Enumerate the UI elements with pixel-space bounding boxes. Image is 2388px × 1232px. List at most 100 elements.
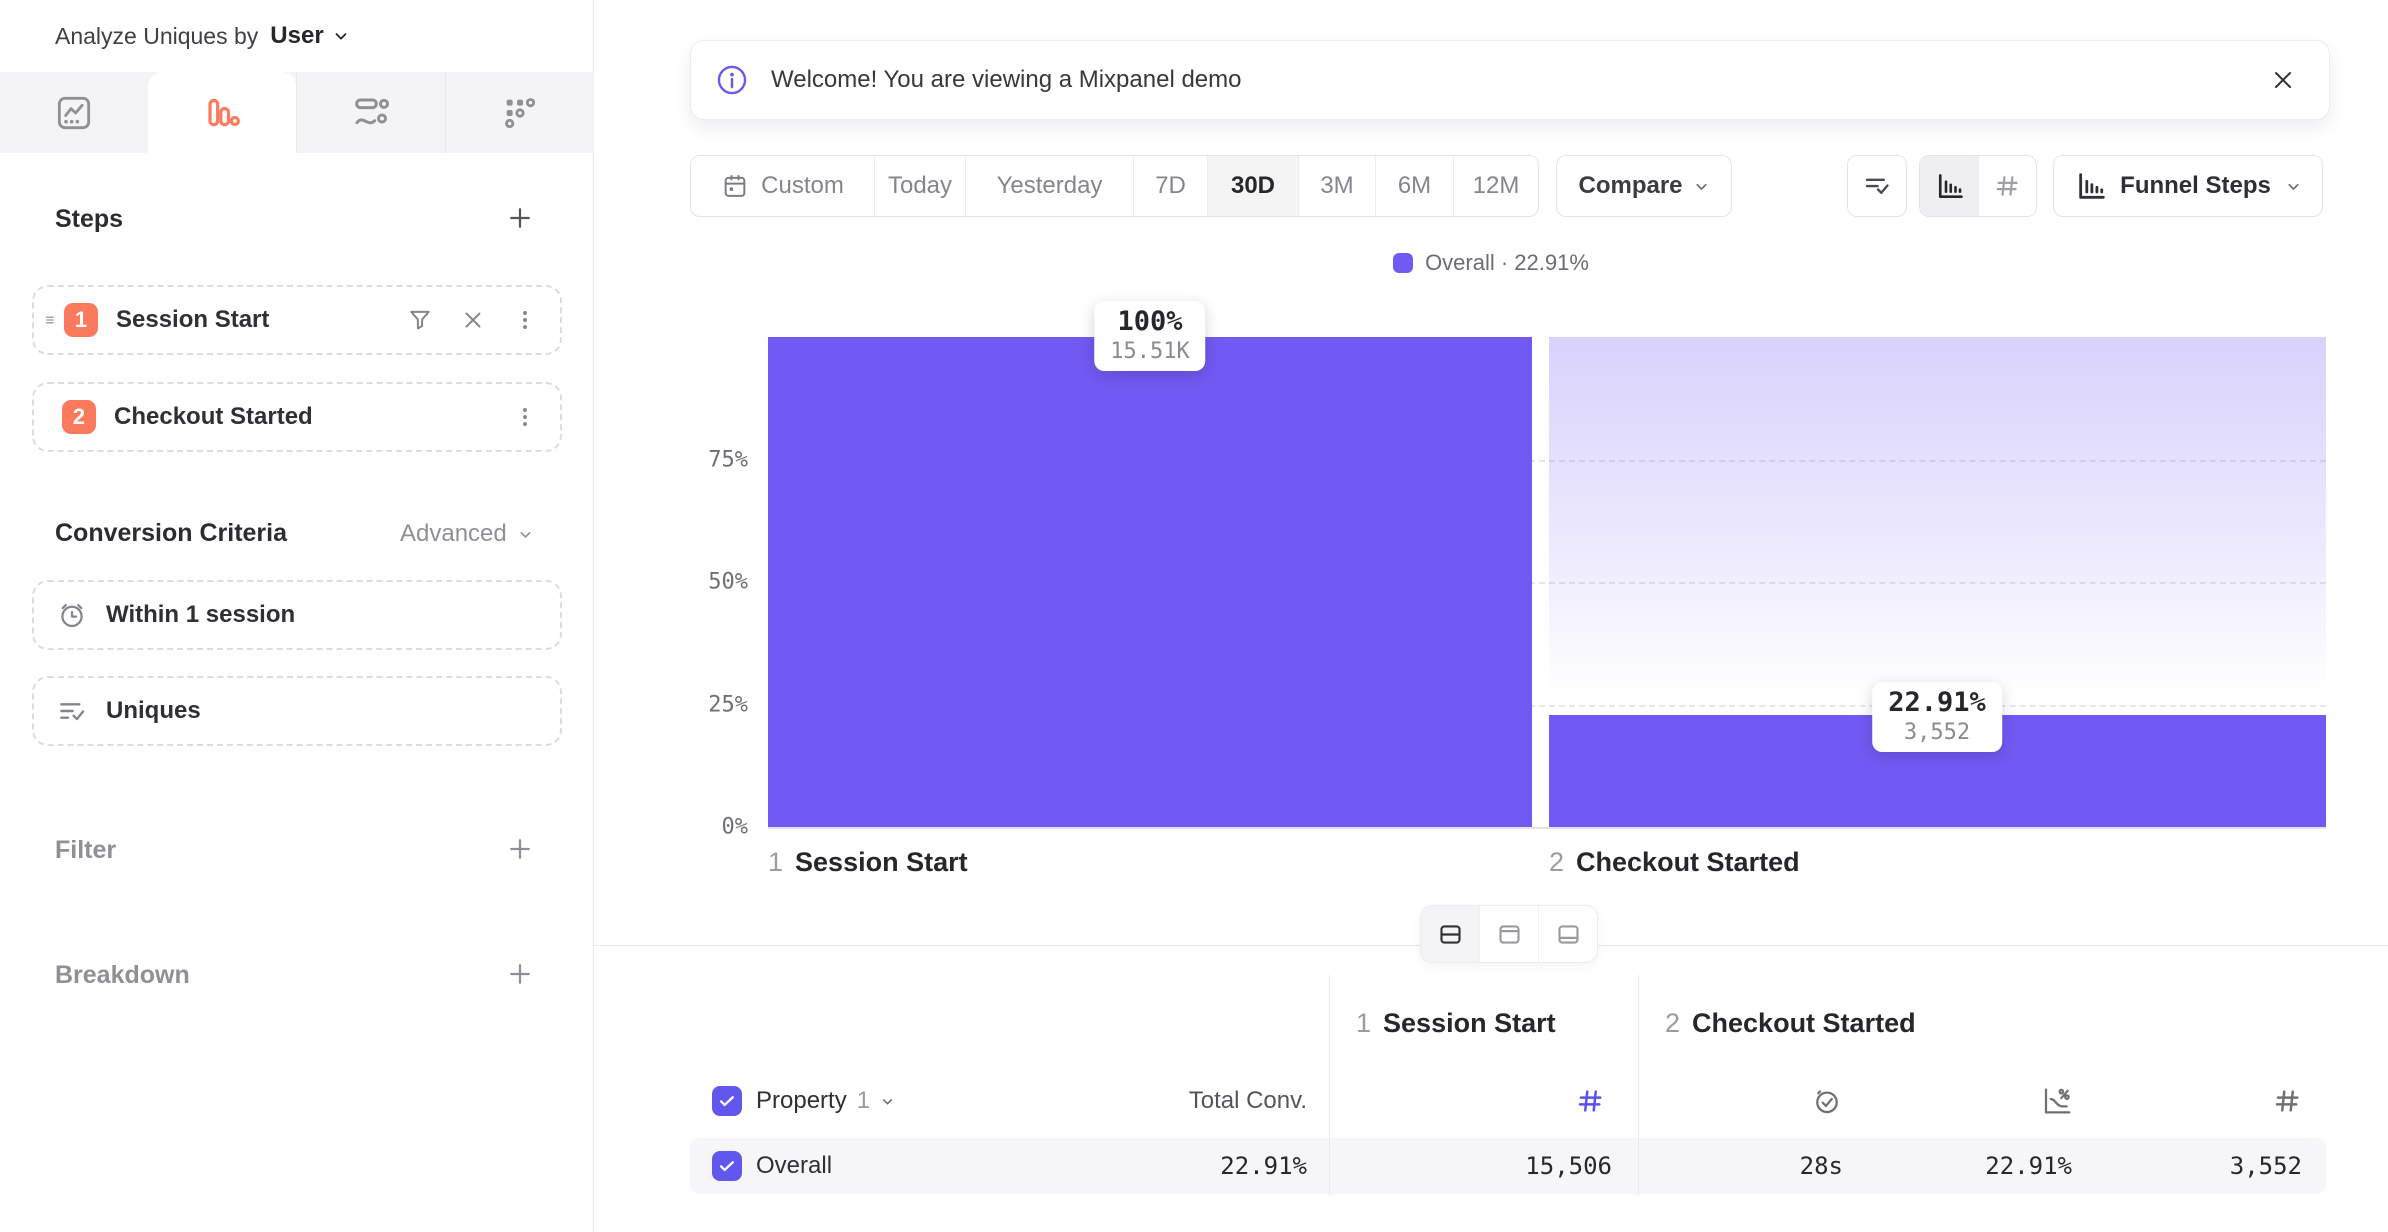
info-icon [715,63,749,97]
add-filter-button[interactable] [500,829,540,869]
flows-icon [351,93,391,133]
step2-count-column-icon[interactable] [2272,1086,2302,1116]
criteria-window-row[interactable]: Within 1 session [32,580,562,650]
welcome-banner: Welcome! You are viewing a Mixpanel demo [690,40,2330,120]
analyze-by-value: User [270,22,323,50]
tab-flows[interactable] [296,72,445,153]
table-group-header-step1: 1 Session Start [1356,1008,1556,1039]
row-total-conv: 22.91% [1107,1151,1307,1181]
layout-bottom-button[interactable] [1538,906,1597,962]
chevron-down-icon [1693,178,1710,195]
tab-retention[interactable] [445,72,594,153]
compare-label: Compare [1578,172,1682,200]
group-step-number: 1 [1356,1008,1371,1039]
layout-split-button[interactable] [1421,906,1479,962]
analyze-by-dropdown[interactable]: User [270,22,349,50]
y-tick: 50% [652,570,748,595]
chevron-down-icon [2285,178,2302,195]
filter-title: Filter [55,836,116,865]
kebab-menu-icon[interactable] [512,404,538,430]
advanced-dropdown[interactable]: Advanced [400,520,534,548]
conversion-rate-column-icon[interactable] [2040,1086,2072,1116]
step1-count-column-icon[interactable] [1575,1086,1605,1116]
add-breakdown-button[interactable] [500,954,540,994]
date-range-label: 7D [1155,172,1186,200]
group-step-name: Checkout Started [1692,1008,1916,1039]
criteria-counting-row[interactable]: Uniques [32,676,562,746]
bar-value-tooltip: 100% 15.51K [1094,301,1205,371]
plus-icon [505,959,535,989]
insights-icon [54,93,94,133]
funnel-chart: 0% 25% 50% 75% 100% 15.51K 22.91% 3,552 … [768,337,2326,829]
group-step-name: Session Start [1383,1008,1556,1039]
chart-format-toggle [1919,155,2037,217]
format-percent-bars-button[interactable] [1920,156,1978,216]
row-step2-time: 28s [1643,1151,1843,1181]
mixpanel-funnel-app: Analyze Uniques by User [0,0,2388,1232]
bar-value-tooltip: 22.91% 3,552 [1872,682,2002,752]
y-tick: 0% [652,815,748,840]
row-step2-count: 3,552 [2102,1151,2302,1181]
date-custom-button[interactable]: Custom [691,156,874,216]
date-range-label: Today [888,172,952,200]
step-label: Session Start [116,306,269,334]
chevron-down-icon [880,1094,895,1109]
step-number: 1 [768,847,783,878]
y-tick: 25% [652,692,748,717]
bar-chart-icon [1934,171,1964,201]
tooltip-count: 3,552 [1888,720,1986,745]
x-axis-label-step2: 2 Checkout Started [1549,847,1800,878]
date-range-label: Custom [761,172,844,200]
close-icon[interactable] [460,307,486,333]
table-column-divider [1638,975,1639,1196]
property-dropdown[interactable]: Property 1 [756,1086,895,1116]
step-number-badge: 2 [62,400,96,434]
criteria-label: Within 1 session [106,601,295,629]
view-funnel-steps-dropdown[interactable]: Funnel Steps [2053,155,2323,217]
criteria-label: Uniques [106,697,201,725]
filter-funnel-icon[interactable] [406,306,434,334]
compare-button[interactable]: Compare [1556,155,1732,217]
tab-funnels[interactable] [148,72,296,153]
layout-top-button[interactable] [1479,906,1538,962]
view-label: Funnel Steps [2120,172,2271,200]
date-today-button[interactable]: Today [874,156,965,216]
add-step-button[interactable] [500,198,540,238]
panel-layout-toggle [1420,905,1598,963]
overall-row-checkbox[interactable] [712,1151,742,1181]
advanced-label: Advanced [400,520,507,548]
steps-title: Steps [55,205,123,234]
x-axis-label-step1: 1 Session Start [768,847,968,878]
date-yesterday-button[interactable]: Yesterday [965,156,1133,216]
plus-icon [505,203,535,233]
table-group-header-step2: 2 Checkout Started [1665,1008,1916,1039]
row-step1-count: 15,506 [1412,1151,1612,1181]
list-check-icon [56,695,88,727]
banner-text: Welcome! You are viewing a Mixpanel demo [771,66,1241,94]
tooltip-count: 15.51K [1110,339,1189,364]
layout-split-icon [1437,921,1464,948]
metric-list-check-button[interactable] [1847,155,1907,217]
property-checkbox[interactable] [712,1086,742,1116]
date-6m-button[interactable]: 6M [1375,156,1453,216]
date-7d-button[interactable]: 7D [1133,156,1207,216]
banner-close-icon[interactable] [2269,66,2297,94]
kebab-menu-icon[interactable] [512,307,538,333]
step-row-2[interactable]: 2 Checkout Started [32,382,562,452]
analyze-by-row: Analyze Uniques by User [55,16,350,56]
date-3m-button[interactable]: 3M [1298,156,1375,216]
date-range-label: 30D [1231,172,1275,200]
date-12m-button[interactable]: 12M [1453,156,1538,216]
sidebar: Analyze Uniques by User [0,0,594,1232]
step-row-1[interactable]: 1 Session Start [32,285,562,355]
breakdown-title: Breakdown [55,961,190,990]
format-number-button[interactable] [1978,156,2036,216]
tab-insights[interactable] [0,72,148,153]
funnel-bar-session-start[interactable] [768,337,1532,827]
date-30d-button[interactable]: 30D [1207,156,1298,216]
legend-text: Overall · 22.91% [1425,250,1589,276]
time-to-convert-column-icon[interactable] [1811,1086,1843,1116]
drag-handle-icon[interactable] [40,309,62,331]
list-check-icon [1862,171,1892,201]
y-tick: 75% [652,447,748,472]
